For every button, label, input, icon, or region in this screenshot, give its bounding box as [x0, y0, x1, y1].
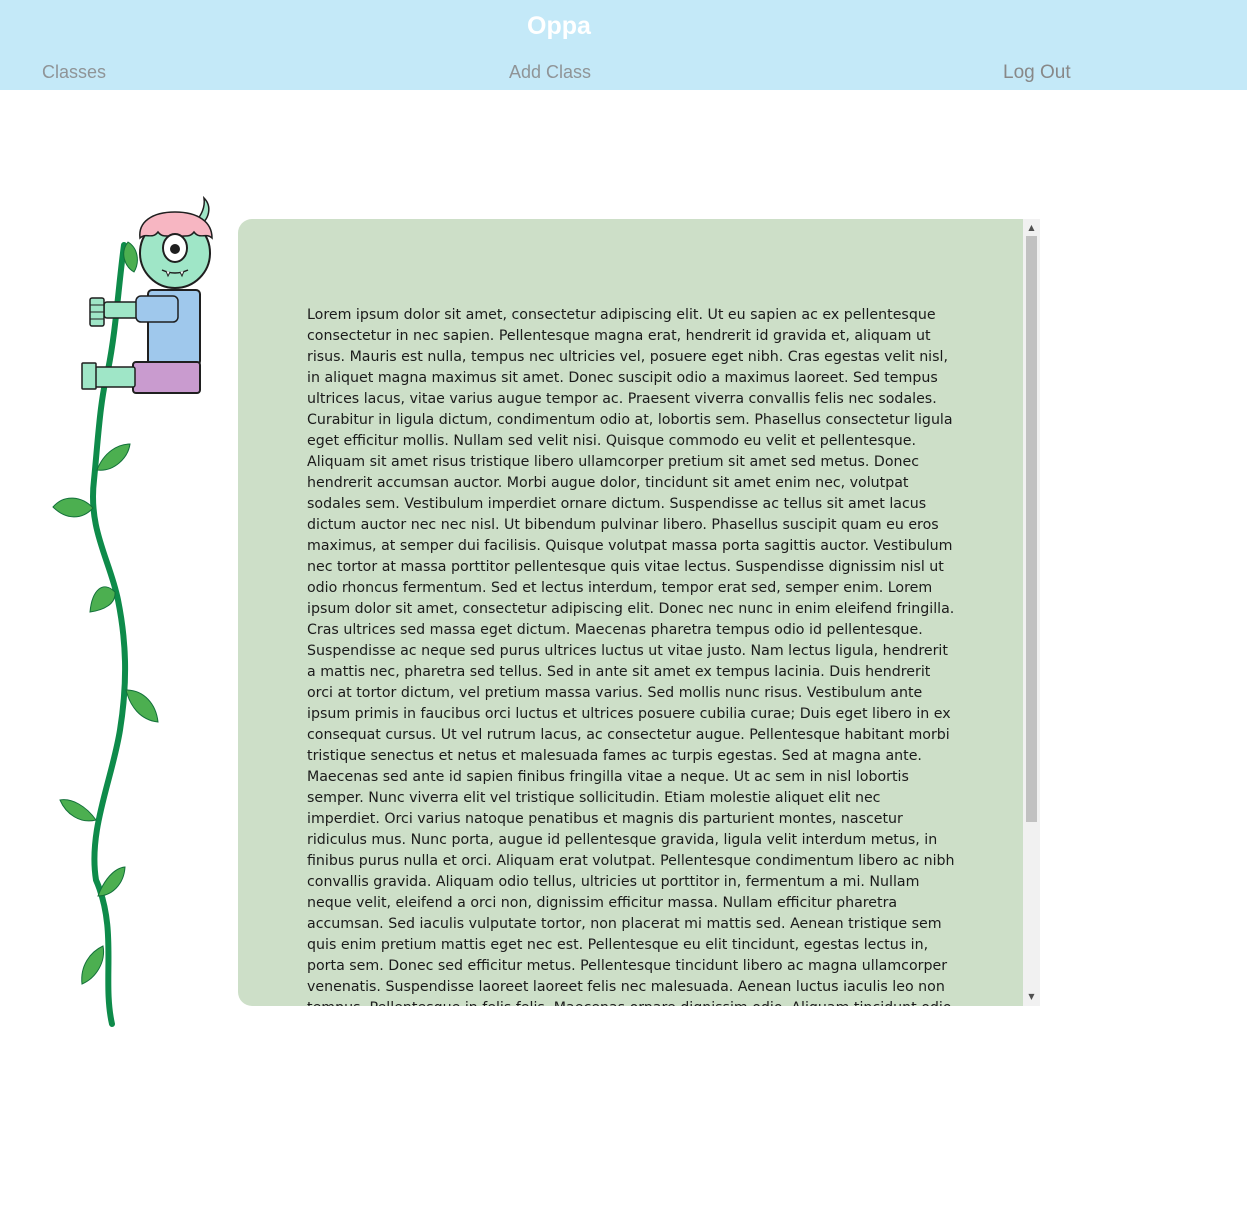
scroll-down-arrow-icon[interactable]: ▼	[1023, 990, 1040, 1004]
vine-stem	[90, 242, 129, 1027]
content-panel: Lorem ipsum dolor sit amet, consectetur …	[238, 219, 1040, 1006]
scrollbar-thumb[interactable]	[1026, 236, 1037, 822]
monster-climbing-beanstalk-icon	[40, 195, 220, 1030]
top-nav-bar: Oppa Classes Add Class Log Out	[0, 0, 1247, 90]
scrollbar[interactable]: ▲ ▼	[1023, 219, 1040, 1006]
vine-leaves	[52, 241, 159, 985]
app-title: Oppa	[527, 12, 591, 40]
scroll-up-arrow-icon[interactable]: ▲	[1023, 221, 1040, 235]
log-out-button[interactable]: Log Out	[1003, 62, 1071, 84]
nav-link-classes[interactable]: Classes	[42, 62, 106, 83]
nav-link-add-class[interactable]: Add Class	[509, 62, 591, 83]
body-text: Lorem ipsum dolor sit amet, consectetur …	[307, 307, 955, 1006]
